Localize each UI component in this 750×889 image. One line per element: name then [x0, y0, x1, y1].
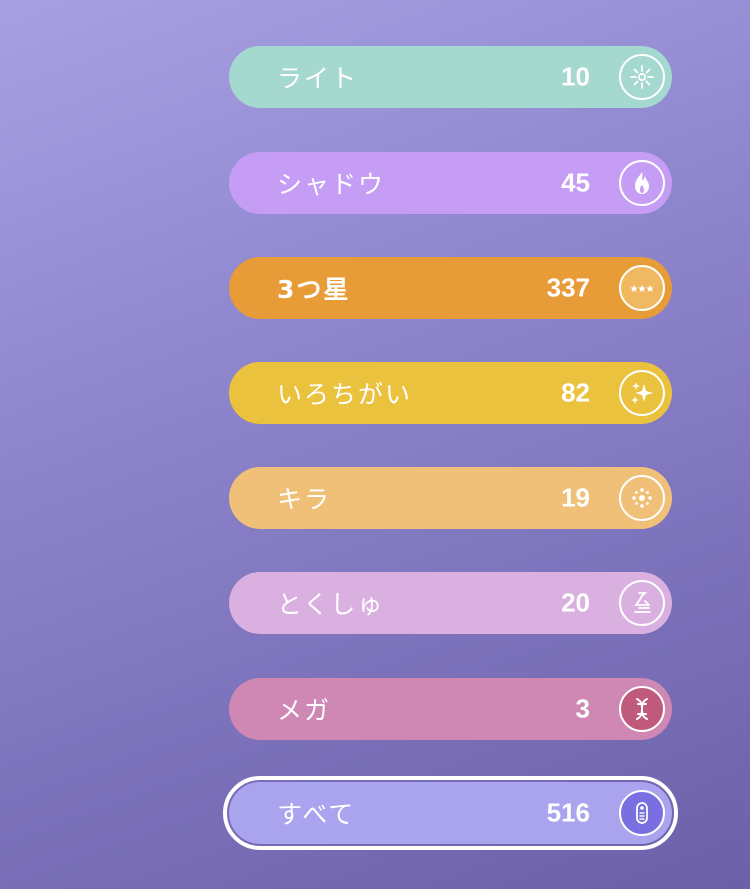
filter-shiny-pill[interactable]: いろちがい 82 [229, 362, 672, 424]
lure-burst-icon [619, 54, 665, 100]
filter-shiny-label: いろちがい [277, 380, 413, 409]
filter-three-star-pill[interactable]: 3つ星 337 [229, 257, 672, 319]
special-swirl-icon [619, 580, 665, 626]
filter-shadow-count: 45 [561, 167, 590, 198]
filter-all-pill[interactable]: すべて 516 [223, 776, 678, 850]
filter-lucky-count: 19 [561, 482, 590, 513]
filter-light-pill[interactable]: ライト 10 [229, 46, 672, 108]
shadow-flame-icon [619, 160, 665, 206]
filter-shiny-count: 82 [561, 377, 590, 408]
filter-mega-pill[interactable]: メガ 3 [229, 678, 672, 740]
filter-mega-label: メガ [277, 696, 332, 725]
lucky-sparkle-icon [619, 475, 665, 521]
filter-light-label: ライト [277, 64, 359, 93]
filter-lucky-pill[interactable]: キラ 19 [229, 467, 672, 529]
filter-all-label: すべて [277, 800, 356, 829]
filter-light-count: 10 [561, 61, 590, 92]
filter-special-pill[interactable]: とくしゅ 20 [229, 572, 672, 634]
shiny-sparkle-icon [619, 370, 665, 416]
filter-three-star-label: 3つ星 [277, 275, 351, 304]
pokedex-icon [619, 790, 665, 836]
filter-three-star-count: 337 [546, 272, 590, 303]
filter-lucky-label: キラ [277, 485, 332, 514]
filter-mega-count: 3 [575, 693, 590, 724]
filter-shadow-label: シャドウ [277, 170, 386, 199]
filter-shadow-pill[interactable]: シャドウ 45 [229, 152, 672, 214]
three-star-icon [619, 265, 665, 311]
mega-dna-icon [619, 686, 665, 732]
filter-special-label: とくしゅ [277, 590, 385, 619]
filter-all-count: 516 [546, 797, 590, 828]
filter-special-count: 20 [561, 587, 590, 618]
